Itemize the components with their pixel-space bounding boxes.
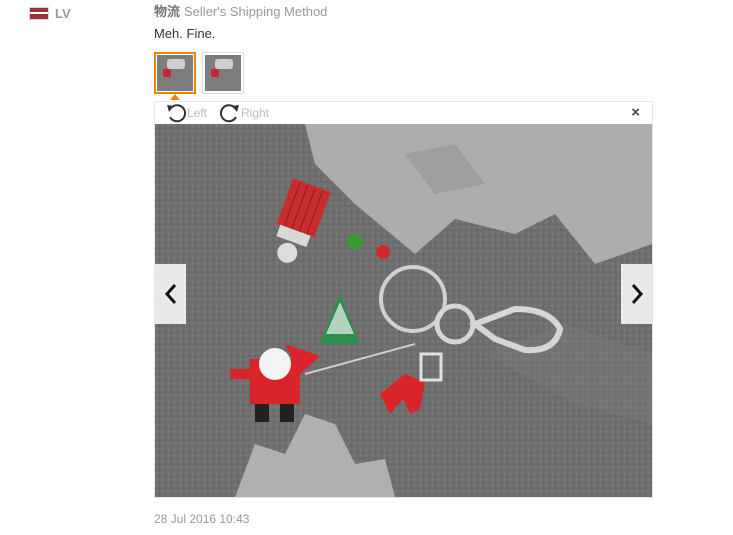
rotate-right-button[interactable]: Right <box>219 103 269 123</box>
photo-viewer: Left Right × <box>154 101 653 498</box>
rotate-left-icon <box>167 104 187 123</box>
country-code: LV <box>55 5 71 21</box>
shipping-info: 物流 Seller's Shipping Method <box>154 1 327 20</box>
chevron-right-icon <box>631 284 643 304</box>
previous-photo-button[interactable] <box>155 264 186 324</box>
keychain-photo <box>155 124 652 497</box>
reviewer-country: LV <box>29 5 71 21</box>
photo-thumbnails <box>154 52 244 94</box>
chevron-left-icon <box>164 284 176 304</box>
review-date: 28 Jul 2016 10:43 <box>154 512 250 526</box>
latvia-flag-icon <box>29 6 49 20</box>
close-icon[interactable]: × <box>631 105 640 120</box>
thumbnail-2[interactable] <box>202 52 244 94</box>
next-photo-button[interactable] <box>621 264 652 324</box>
shipping-prefix: 物流 <box>154 4 181 19</box>
rotate-left-label: Left <box>187 106 208 120</box>
rotate-right-label: Right <box>241 106 270 120</box>
rotate-left-button[interactable]: Left <box>165 103 207 123</box>
review-photo <box>155 124 652 497</box>
review-comment: Meh. Fine. <box>154 26 216 41</box>
viewer-toolbar: Left Right × <box>155 102 652 124</box>
active-thumbnail-caret <box>170 94 180 100</box>
shipping-method: Seller's Shipping Method <box>184 4 328 19</box>
thumbnail-1[interactable] <box>154 52 196 94</box>
rotate-right-icon <box>219 104 239 123</box>
